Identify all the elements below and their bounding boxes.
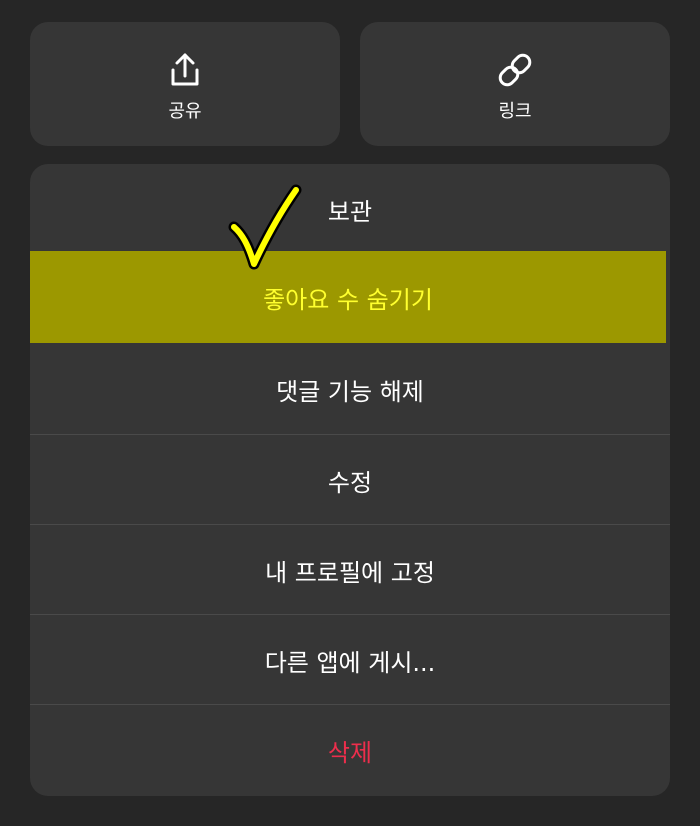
link-label: 링크	[498, 101, 532, 122]
link-icon	[495, 50, 535, 90]
menu-item-label: 내 프로필에 고정	[265, 558, 435, 587]
menu-item-edit[interactable]: 수정	[30, 435, 670, 525]
menu-item-turn-off-comments[interactable]: 댓글 기능 해제	[30, 344, 670, 434]
menu-item-hide-like-count[interactable]: 좋아요 수 숨기기	[30, 251, 666, 343]
menu-item-label: 보관	[327, 197, 373, 226]
menu-item-pin-to-profile[interactable]: 내 프로필에 고정	[30, 525, 670, 615]
menu-item-label: 댓글 기능 해제	[276, 377, 424, 406]
menu-item-label: 다른 앱에 게시...	[264, 648, 436, 677]
share-button[interactable]: 공유	[30, 22, 340, 146]
menu-item-delete[interactable]: 삭제	[30, 705, 670, 795]
menu-item-archive[interactable]: 보관	[30, 164, 670, 254]
menu-item-label: 삭제	[327, 738, 373, 767]
menu-item-label: 수정	[327, 468, 373, 497]
menu-item-post-to-other-apps[interactable]: 다른 앱에 게시...	[30, 615, 670, 705]
link-button[interactable]: 링크	[360, 22, 670, 146]
share-icon	[165, 50, 205, 90]
menu-item-label: 좋아요 수 숨기기	[263, 285, 433, 314]
quick-actions-row: 공유 링크	[30, 22, 670, 146]
share-label: 공유	[168, 101, 202, 122]
